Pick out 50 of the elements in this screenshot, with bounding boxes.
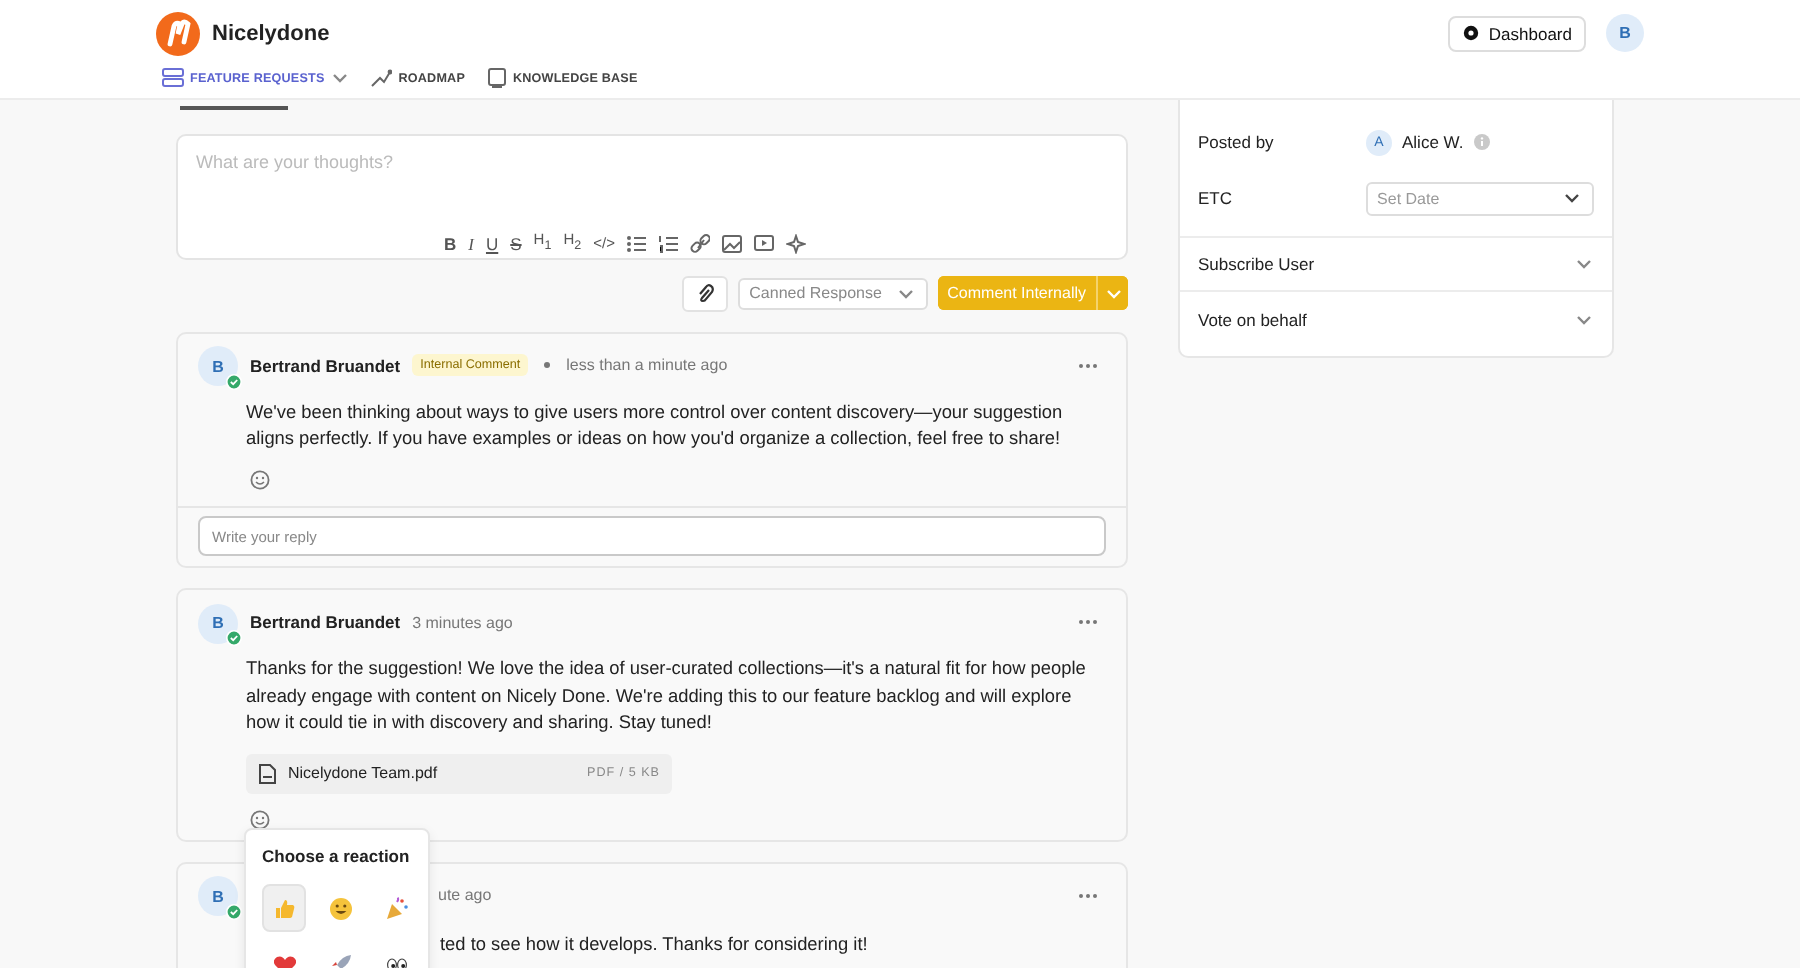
user-avatar[interactable]: B [1606,14,1644,52]
author-name[interactable]: Bertrand Bruandet [250,612,401,632]
format-button[interactable]: I [468,233,474,254]
attach-button[interactable] [681,275,728,311]
timestamp: ute ago [438,886,492,904]
bullet-list-icon[interactable] [626,233,647,254]
comment-text: ted to see how it develops. Thanks for considering it! [440,931,870,958]
document-icon [258,763,276,783]
thumbs-up-icon [271,895,297,921]
chevron-down-icon [1562,188,1582,208]
author-name[interactable]: Bertrand Bruandet [250,355,401,375]
app-name: Nicelydone [212,21,330,45]
more-icon[interactable] [1078,618,1098,626]
more-icon[interactable] [1078,891,1098,899]
party-popper-icon [383,895,409,921]
comment-text: Thanks for the suggestion! We love the idea of user-curated collections—it's a natural fit for how people already engage with content on Nicely Done. We're adding this to our feature backlog and will explore how it could tie in with discovery and sharing. Stay tuned! [246,656,1088,736]
route-icon [370,68,393,88]
image-icon[interactable] [722,233,743,254]
link-icon[interactable] [690,233,711,254]
gear-icon [1462,24,1481,42]
user-name[interactable]: Alice W. [1402,132,1464,152]
canned-response-dropdown[interactable]: Canned Response [737,277,928,309]
smiley-icon [327,895,353,921]
format-button[interactable]: S [510,233,522,254]
chevron-down-icon [1574,254,1594,274]
sparkle-icon[interactable] [786,233,807,254]
collapsible-section[interactable]: Subscribe User [1180,238,1612,292]
field-label: ETC [1198,188,1234,208]
dashboard-button[interactable]: Dashboard [1448,15,1586,51]
format-button[interactable]: B [444,233,457,254]
info-icon [1473,134,1490,150]
timestamp: 3 minutes ago [412,613,513,631]
list-icon [162,68,184,88]
user-avatar: B [198,346,238,386]
timestamp: less than a minute ago [566,356,728,374]
numbered-list-icon[interactable] [658,233,679,254]
paperclip-icon [695,283,714,303]
comment-text: We've been thinking about ways to give users more control over content discovery—your suggestion aligns perfectly. If you have examples or ideas on how you'd organize a collection, feel free to share! [246,399,1065,452]
add-reaction-icon[interactable] [250,809,270,829]
picker-title: Choose a reaction [262,846,412,866]
add-reaction-icon[interactable] [250,469,270,489]
format-button[interactable]: U [485,233,499,254]
field-label: Posted by [1198,132,1276,152]
user-avatar: B [198,603,238,643]
video-icon[interactable] [754,233,775,254]
logo-icon [156,11,200,55]
file-name: Nicelydone Team.pdf [288,764,438,782]
user-avatar: B [198,876,238,916]
more-icon[interactable] [1078,361,1098,369]
collapsible-section[interactable]: Vote on behalf [1180,292,1612,346]
